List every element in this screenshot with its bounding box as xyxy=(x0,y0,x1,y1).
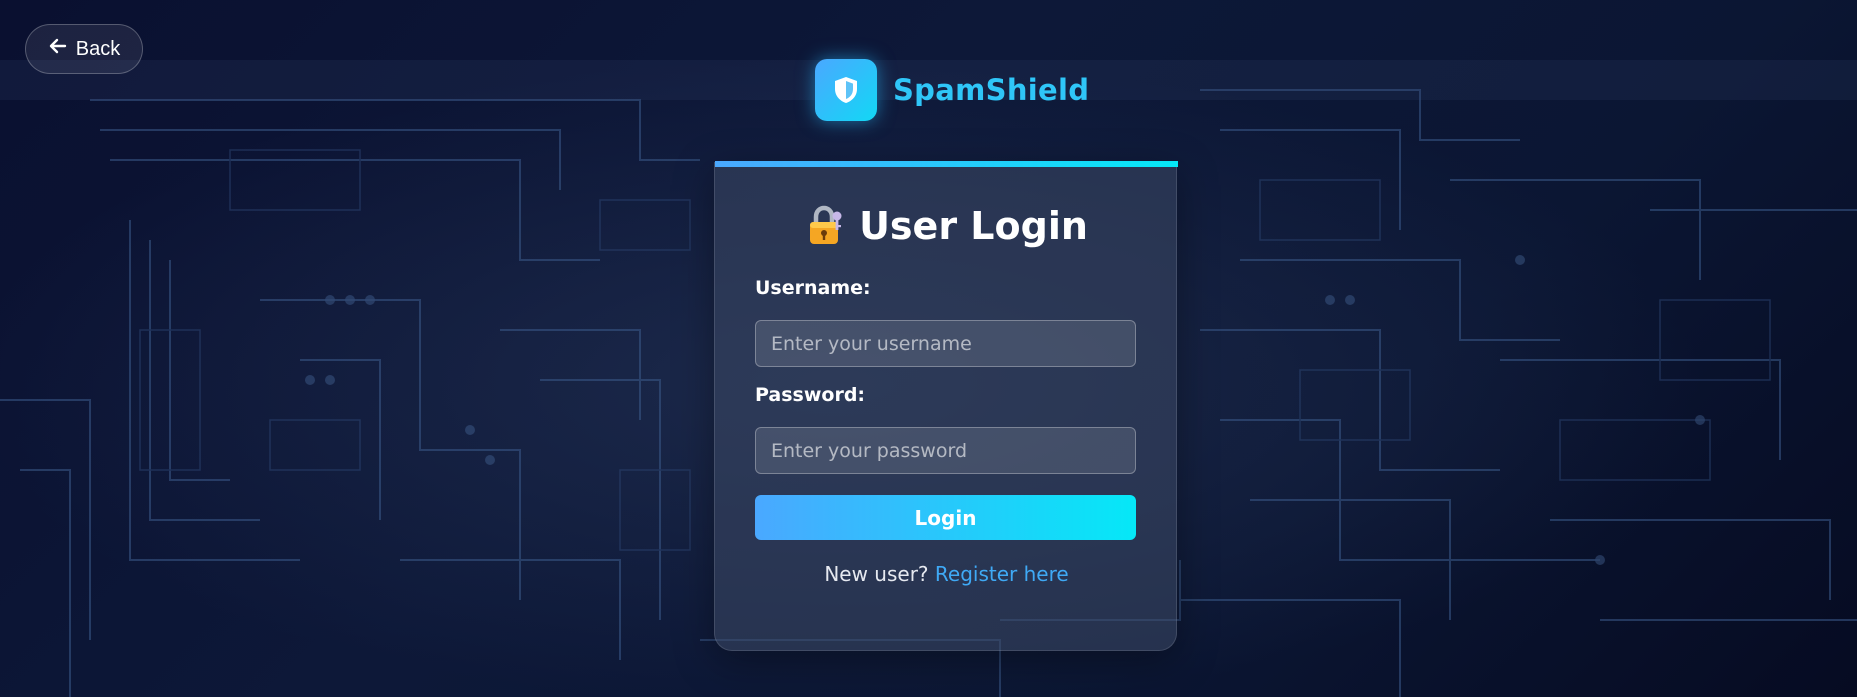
username-input[interactable] xyxy=(755,320,1136,367)
login-page: Back SpamShield User Login Username: Ent… xyxy=(0,0,1857,697)
login-button[interactable]: Login xyxy=(755,495,1136,540)
lock-key-icon xyxy=(805,205,845,247)
back-button-label: Back xyxy=(75,37,121,60)
card-title: User Login xyxy=(715,204,1178,248)
login-card: User Login Username: Password: Login New… xyxy=(714,161,1178,651)
shield-icon xyxy=(815,59,877,121)
username-label: Username: xyxy=(755,277,871,299)
register-link[interactable]: Register here xyxy=(935,562,1069,586)
password-label: Password: xyxy=(755,384,866,406)
password-input[interactable] xyxy=(755,427,1136,474)
brand-header: SpamShield xyxy=(815,59,1089,121)
register-prompt-row: New user? Register here xyxy=(715,562,1178,586)
card-accent-bar xyxy=(715,161,1178,167)
arrow-left-icon xyxy=(48,36,68,62)
brand-name: SpamShield xyxy=(893,73,1090,107)
page-title: User Login xyxy=(859,204,1088,248)
back-button[interactable]: Back xyxy=(25,24,143,74)
register-prompt-text: New user? xyxy=(824,562,929,586)
